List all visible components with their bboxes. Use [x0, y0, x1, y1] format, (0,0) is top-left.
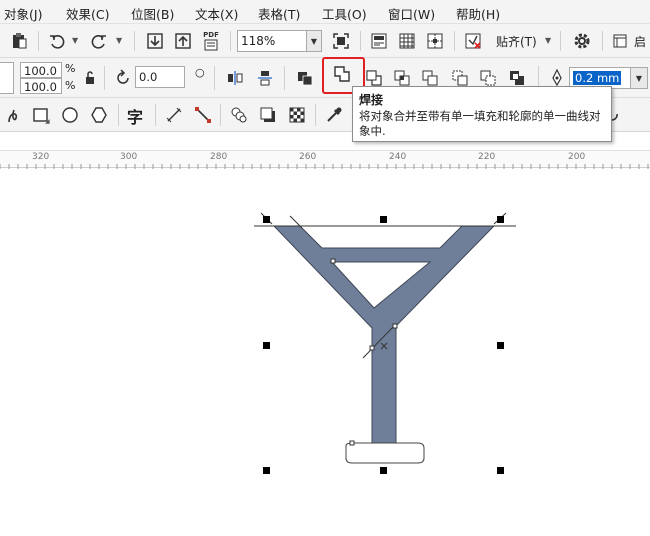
snap-off-icon[interactable] [462, 30, 484, 52]
separator [454, 31, 455, 51]
menu-object[interactable]: 对象(J) [4, 4, 42, 23]
ellipse-tool-icon[interactable] [59, 104, 81, 126]
menu-window[interactable]: 窗口(W) [388, 4, 435, 23]
scale-y-field[interactable]: 100.0 [20, 78, 62, 94]
transparency-tool-icon[interactable] [286, 104, 308, 126]
redo-icon[interactable] [88, 30, 110, 52]
selection-handle-n[interactable] [380, 216, 387, 223]
freehand-icon[interactable] [4, 104, 24, 126]
ruler-label: 280 [210, 152, 228, 162]
selection-handle-e[interactable] [497, 342, 504, 349]
eyedropper-icon[interactable] [323, 104, 345, 126]
welded-glass-shape[interactable] [272, 225, 496, 445]
separator [602, 31, 603, 51]
separator [118, 104, 119, 126]
clipboard-icon[interactable] [8, 30, 30, 52]
settings-gear-icon[interactable] [570, 30, 594, 52]
tooltip-title: 焊接 [359, 93, 384, 107]
publish-pdf-icon[interactable]: PDF [200, 29, 222, 53]
menu-help[interactable]: 帮助(H) [456, 4, 500, 23]
undo-dropdown-icon[interactable]: ▼ [72, 36, 78, 45]
separator [220, 104, 221, 126]
mirror-horizontal-icon[interactable] [224, 67, 246, 89]
ruler-label: 200 [568, 152, 586, 162]
ruler-label: 260 [299, 152, 317, 162]
node-handle[interactable] [330, 258, 336, 264]
zoom-level-field[interactable]: 118% [237, 30, 307, 52]
lock-ratio-icon[interactable] [82, 69, 98, 87]
pdf-label: PDF [203, 31, 219, 39]
export-icon[interactable] [172, 30, 194, 52]
selection-handle-w[interactable] [263, 342, 270, 349]
snap-to-dropdown[interactable]: 贴齐(T) [496, 33, 537, 50]
rectangle-tool-icon[interactable]: ◢ [30, 104, 52, 126]
selection-handle-s[interactable] [380, 467, 387, 474]
separator [560, 31, 561, 51]
redo-dropdown-icon[interactable]: ▼ [116, 36, 122, 45]
weld-tooltip: 焊接 将对象合并至带有单一填充和轮廓的单一曲线对象中. [352, 86, 612, 142]
menu-table[interactable]: 表格(T) [258, 4, 300, 23]
separator [104, 66, 105, 90]
node-handle[interactable] [392, 323, 398, 329]
outline-width-dropdown-icon[interactable]: ▼ [630, 67, 648, 89]
ruler-label: 320 [32, 152, 50, 162]
menu-bar: 对象(J) 效果(C) 位图(B) 文本(X) 表格(T) 工具(O) 窗口(W… [0, 0, 650, 24]
separator [230, 31, 231, 51]
menu-text[interactable]: 文本(X) [195, 4, 238, 23]
selection-handle-ne[interactable] [497, 216, 504, 223]
drop-shadow-icon[interactable] [257, 104, 279, 126]
undo-icon[interactable] [46, 30, 68, 52]
launch-app-label[interactable]: 启 [634, 33, 646, 50]
tooltip-description: 将对象合并至带有单一填充和轮廓的单一曲线对象中. [359, 109, 601, 138]
parallel-dimension-icon[interactable] [163, 104, 185, 126]
selection-handle-nw[interactable] [263, 216, 270, 223]
scale-x-field[interactable]: 100.0 [20, 62, 62, 78]
scale-x-unit: % [65, 62, 76, 75]
launch-app-icon[interactable] [610, 30, 630, 52]
show-grid-icon[interactable] [396, 30, 418, 52]
show-guidelines-icon[interactable] [424, 30, 446, 52]
ruler-label: 220 [478, 152, 496, 162]
menu-bitmaps[interactable]: 位图(B) [131, 4, 174, 23]
selection-handle-sw[interactable] [263, 467, 270, 474]
snap-to-dropdown-icon[interactable]: ▼ [545, 36, 551, 45]
selection-handle-se[interactable] [497, 467, 504, 474]
separator [214, 66, 215, 90]
node-handle[interactable] [369, 345, 375, 351]
mirror-vertical-icon[interactable] [254, 67, 276, 89]
separator [284, 66, 285, 90]
menu-effects[interactable]: 效果(C) [66, 4, 109, 23]
menu-tools[interactable]: 工具(O) [322, 4, 367, 23]
text-tool-icon[interactable]: 字 [127, 104, 143, 128]
ruler-ticks [0, 164, 649, 169]
show-rulers-icon[interactable] [368, 30, 390, 52]
horizontal-ruler[interactable]: 320 300 280 260 240 220 200 [0, 150, 650, 169]
separator [155, 104, 156, 126]
node-handle[interactable] [349, 440, 355, 446]
glass-base-shape[interactable] [345, 442, 425, 464]
polygon-tool-icon[interactable] [88, 104, 110, 126]
zoom-dropdown-icon[interactable]: ▼ [306, 30, 322, 52]
ruler-label: 240 [389, 152, 407, 162]
standard-toolbar: ▼ ▼ PDF 118% ▼ 贴齐(T) ▼ 启 [0, 24, 650, 58]
separator [315, 104, 316, 126]
full-screen-icon[interactable] [330, 30, 352, 52]
drawing-canvas[interactable] [0, 168, 650, 533]
ruler-label: 300 [120, 152, 138, 162]
canvas-drawing [254, 212, 516, 474]
blend-tool-icon[interactable] [228, 104, 250, 126]
position-field-edge[interactable] [0, 62, 14, 94]
degree-icon: ○ [195, 66, 205, 79]
import-icon[interactable] [144, 30, 166, 52]
combine-icon[interactable] [294, 67, 316, 89]
outline-width-value: 0.2 mm [573, 71, 622, 85]
separator [38, 31, 39, 51]
separator [360, 31, 361, 51]
rotation-angle-field[interactable]: 0.0 [135, 66, 185, 88]
scale-y-unit: % [65, 79, 76, 92]
connector-tool-icon[interactable] [192, 104, 214, 126]
separator [134, 31, 135, 51]
rotation-icon [113, 68, 133, 88]
